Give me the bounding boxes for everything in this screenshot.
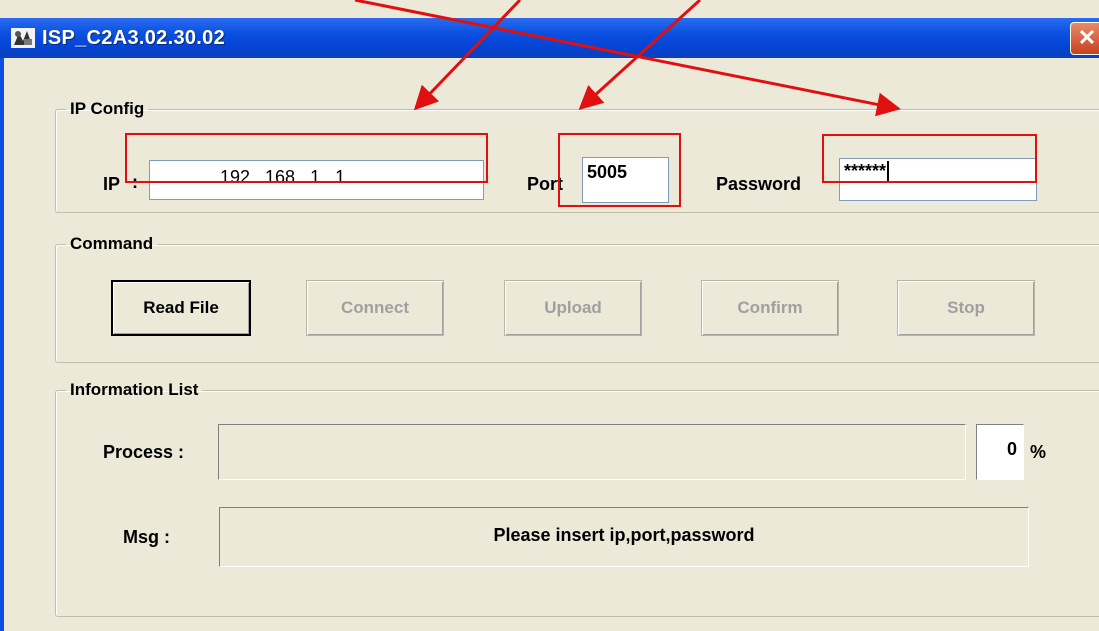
information-list-legend: Information List (70, 380, 199, 399)
stop-label: Stop (947, 298, 985, 317)
connect-label: Connect (341, 298, 409, 317)
progress-unit: % (1030, 442, 1047, 462)
password-highlight-box (822, 134, 1037, 183)
command-legend: Command (70, 234, 154, 253)
password-label: Password (716, 174, 802, 194)
ip-config-legend: IP Config (70, 99, 145, 118)
close-icon: ✕ (1077, 25, 1097, 50)
read-file-button[interactable]: Read File (111, 280, 251, 336)
port-highlight-box (558, 133, 681, 207)
ip-highlight-box (125, 133, 488, 183)
confirm-button[interactable]: Confirm (701, 280, 839, 336)
progress-bar (218, 424, 966, 480)
message-text: Please insert ip,port,password (493, 525, 755, 545)
progress-percent-value: 0 (1006, 439, 1017, 459)
confirm-label: Confirm (737, 298, 803, 317)
information-list-group: Information List (55, 380, 1099, 617)
app-window: ISP_C2A3.02.30.02 ✕ IP Config IP : 192 .… (0, 0, 1099, 631)
message-box: Please insert ip,port,password (219, 507, 1029, 567)
read-file-label: Read File (143, 298, 219, 317)
progress-percent-box: 0 (976, 424, 1024, 480)
title-bar[interactable]: ISP_C2A3.02.30.02 ✕ (0, 18, 1099, 58)
process-label: Process : (103, 442, 185, 462)
close-button[interactable]: ✕ (1070, 22, 1099, 55)
window-title: ISP_C2A3.02.30.02 (42, 27, 226, 49)
stop-button[interactable]: Stop (897, 280, 1035, 336)
ip-label: IP (103, 174, 121, 194)
upload-label: Upload (544, 298, 602, 317)
connect-button[interactable]: Connect (306, 280, 444, 336)
upload-button[interactable]: Upload (504, 280, 642, 336)
msg-label: Msg : (123, 527, 170, 547)
app-icon (11, 28, 35, 48)
